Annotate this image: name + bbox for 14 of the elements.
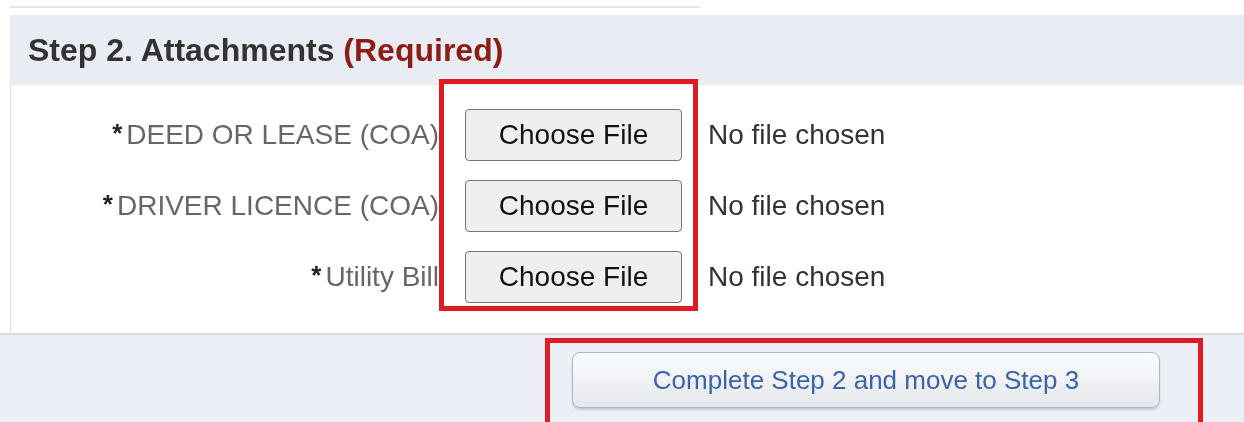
field-label: DEED OR LEASE (COA): [126, 119, 439, 150]
choose-file-button[interactable]: Choose File: [465, 251, 682, 303]
field-label: DRIVER LICENCE (COA): [116, 190, 439, 221]
section-title: Step 2. Attachments (Required): [28, 31, 504, 70]
required-asterisk: *: [102, 189, 113, 219]
required-asterisk: *: [112, 118, 123, 148]
choose-file-button[interactable]: Choose File: [465, 180, 682, 232]
file-status: No file chosen: [708, 260, 886, 294]
field-label: Utility Bill: [325, 261, 439, 292]
file-status: No file chosen: [708, 189, 886, 223]
complete-step-button[interactable]: Complete Step 2 and move to Step 3: [572, 352, 1160, 408]
required-asterisk: *: [311, 260, 322, 290]
file-status: No file chosen: [708, 118, 886, 152]
choose-file-button[interactable]: Choose File: [465, 109, 682, 161]
